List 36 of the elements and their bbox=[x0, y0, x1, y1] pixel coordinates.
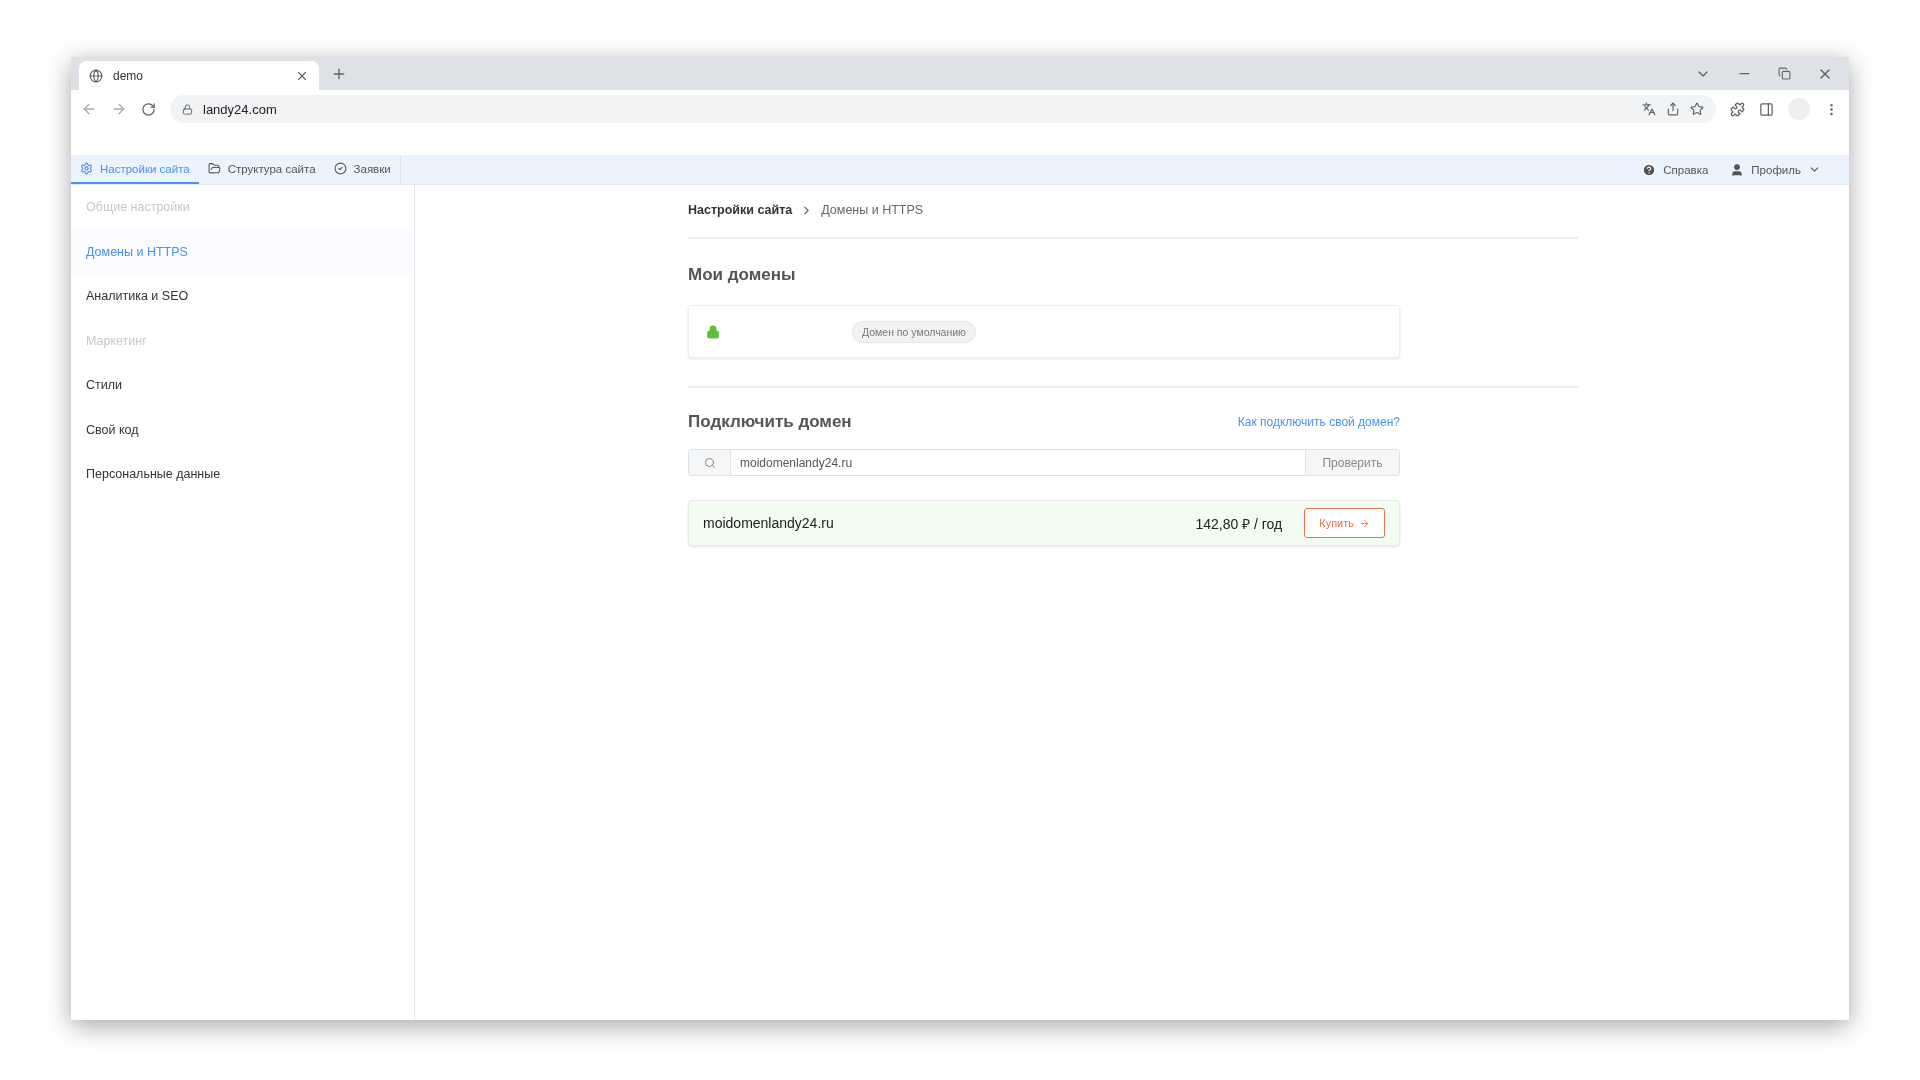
reload-icon[interactable] bbox=[141, 101, 156, 117]
help-icon bbox=[1642, 162, 1657, 177]
browser-tab[interactable]: demo bbox=[79, 61, 319, 90]
globe-icon bbox=[89, 68, 103, 83]
address-bar[interactable]: landy24.com bbox=[170, 95, 1716, 123]
profile-menu[interactable]: Профиль bbox=[1730, 162, 1821, 177]
restore-icon[interactable] bbox=[1778, 67, 1791, 80]
sidebar-item[interactable]: Стили bbox=[71, 363, 414, 408]
search-icon bbox=[703, 456, 716, 469]
domain-name: moidomenlandy24.ru bbox=[703, 515, 835, 531]
star-icon[interactable] bbox=[1690, 102, 1704, 116]
nav-tab[interactable]: Структура сайта bbox=[198, 155, 325, 184]
check-circle-icon bbox=[333, 162, 347, 175]
breadcrumb-link[interactable]: Настройки сайта bbox=[688, 203, 793, 217]
help-link[interactable]: Справка bbox=[1642, 162, 1709, 177]
share-icon[interactable] bbox=[1666, 102, 1680, 116]
section-title: Подключить домен bbox=[688, 412, 852, 432]
section-title: Мои домены bbox=[688, 265, 797, 285]
user-icon bbox=[1730, 162, 1745, 177]
url-text: landy24.com bbox=[203, 101, 277, 117]
gear-icon bbox=[80, 162, 93, 175]
sidebar-item[interactable]: Персональные данные bbox=[71, 452, 414, 497]
folder-icon bbox=[207, 162, 221, 175]
breadcrumb-current: Домены и HTTPS bbox=[821, 203, 924, 217]
price: 142,80 ₽ / год bbox=[1195, 514, 1283, 533]
puzzle-icon[interactable] bbox=[1730, 101, 1745, 117]
domain-search-field[interactable]: moidomenlandy24.ru Проверить bbox=[688, 449, 1400, 476]
default-badge: Домен по умолчанию bbox=[852, 320, 976, 343]
side-panel-icon[interactable] bbox=[1759, 101, 1774, 117]
sidebar-item[interactable]: Свой код bbox=[71, 407, 414, 452]
translate-icon[interactable] bbox=[1642, 102, 1656, 116]
sidebar-item[interactable]: Аналитика и SEO bbox=[71, 274, 414, 319]
lock-icon bbox=[182, 103, 193, 115]
nav-tab[interactable]: Заявки bbox=[324, 155, 400, 184]
arrow-right-icon bbox=[1359, 517, 1370, 529]
tab-title: demo bbox=[113, 68, 145, 83]
